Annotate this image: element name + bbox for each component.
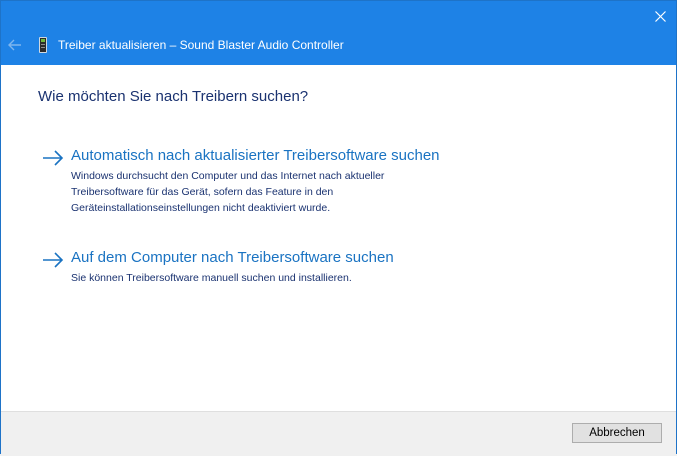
dialog-content: Wie möchten Sie nach Treibern suchen? Au…: [1, 65, 676, 411]
description-line: Windows durchsucht den Computer und das …: [71, 170, 385, 182]
audio-device-icon: [39, 37, 47, 53]
description-line: Treibersoftware für das Gerät, sofern da…: [71, 186, 334, 198]
dialog-footer: Abbrechen: [1, 411, 676, 454]
description-line: Geräteinstallationseinstellungen nicht d…: [71, 202, 331, 214]
option-auto-search-title[interactable]: Automatisch nach aktualisierter Treibers…: [71, 147, 440, 164]
right-arrow-icon: [43, 150, 64, 166]
close-icon: [654, 10, 666, 22]
cancel-button[interactable]: Abbrechen: [572, 423, 662, 443]
back-button[interactable]: [5, 35, 25, 55]
page-heading: Wie möchten Sie nach Treibern suchen?: [38, 88, 309, 105]
window-title: Treiber aktualisieren – Sound Blaster Au…: [58, 38, 344, 52]
title-bar: Treiber aktualisieren – Sound Blaster Au…: [1, 1, 676, 65]
option-auto-search-description: Windows durchsucht den Computer und das …: [71, 168, 491, 216]
option-browse-computer-title[interactable]: Auf dem Computer nach Treibersoftware su…: [71, 249, 394, 266]
update-driver-dialog: Treiber aktualisieren – Sound Blaster Au…: [0, 0, 677, 454]
close-button[interactable]: [646, 3, 674, 29]
right-arrow-icon: [43, 252, 64, 268]
back-arrow-icon: [8, 39, 21, 51]
option-browse-computer-description: Sie können Treibersoftware manuell suche…: [71, 270, 491, 286]
description-line: Sie können Treibersoftware manuell suche…: [71, 272, 352, 284]
